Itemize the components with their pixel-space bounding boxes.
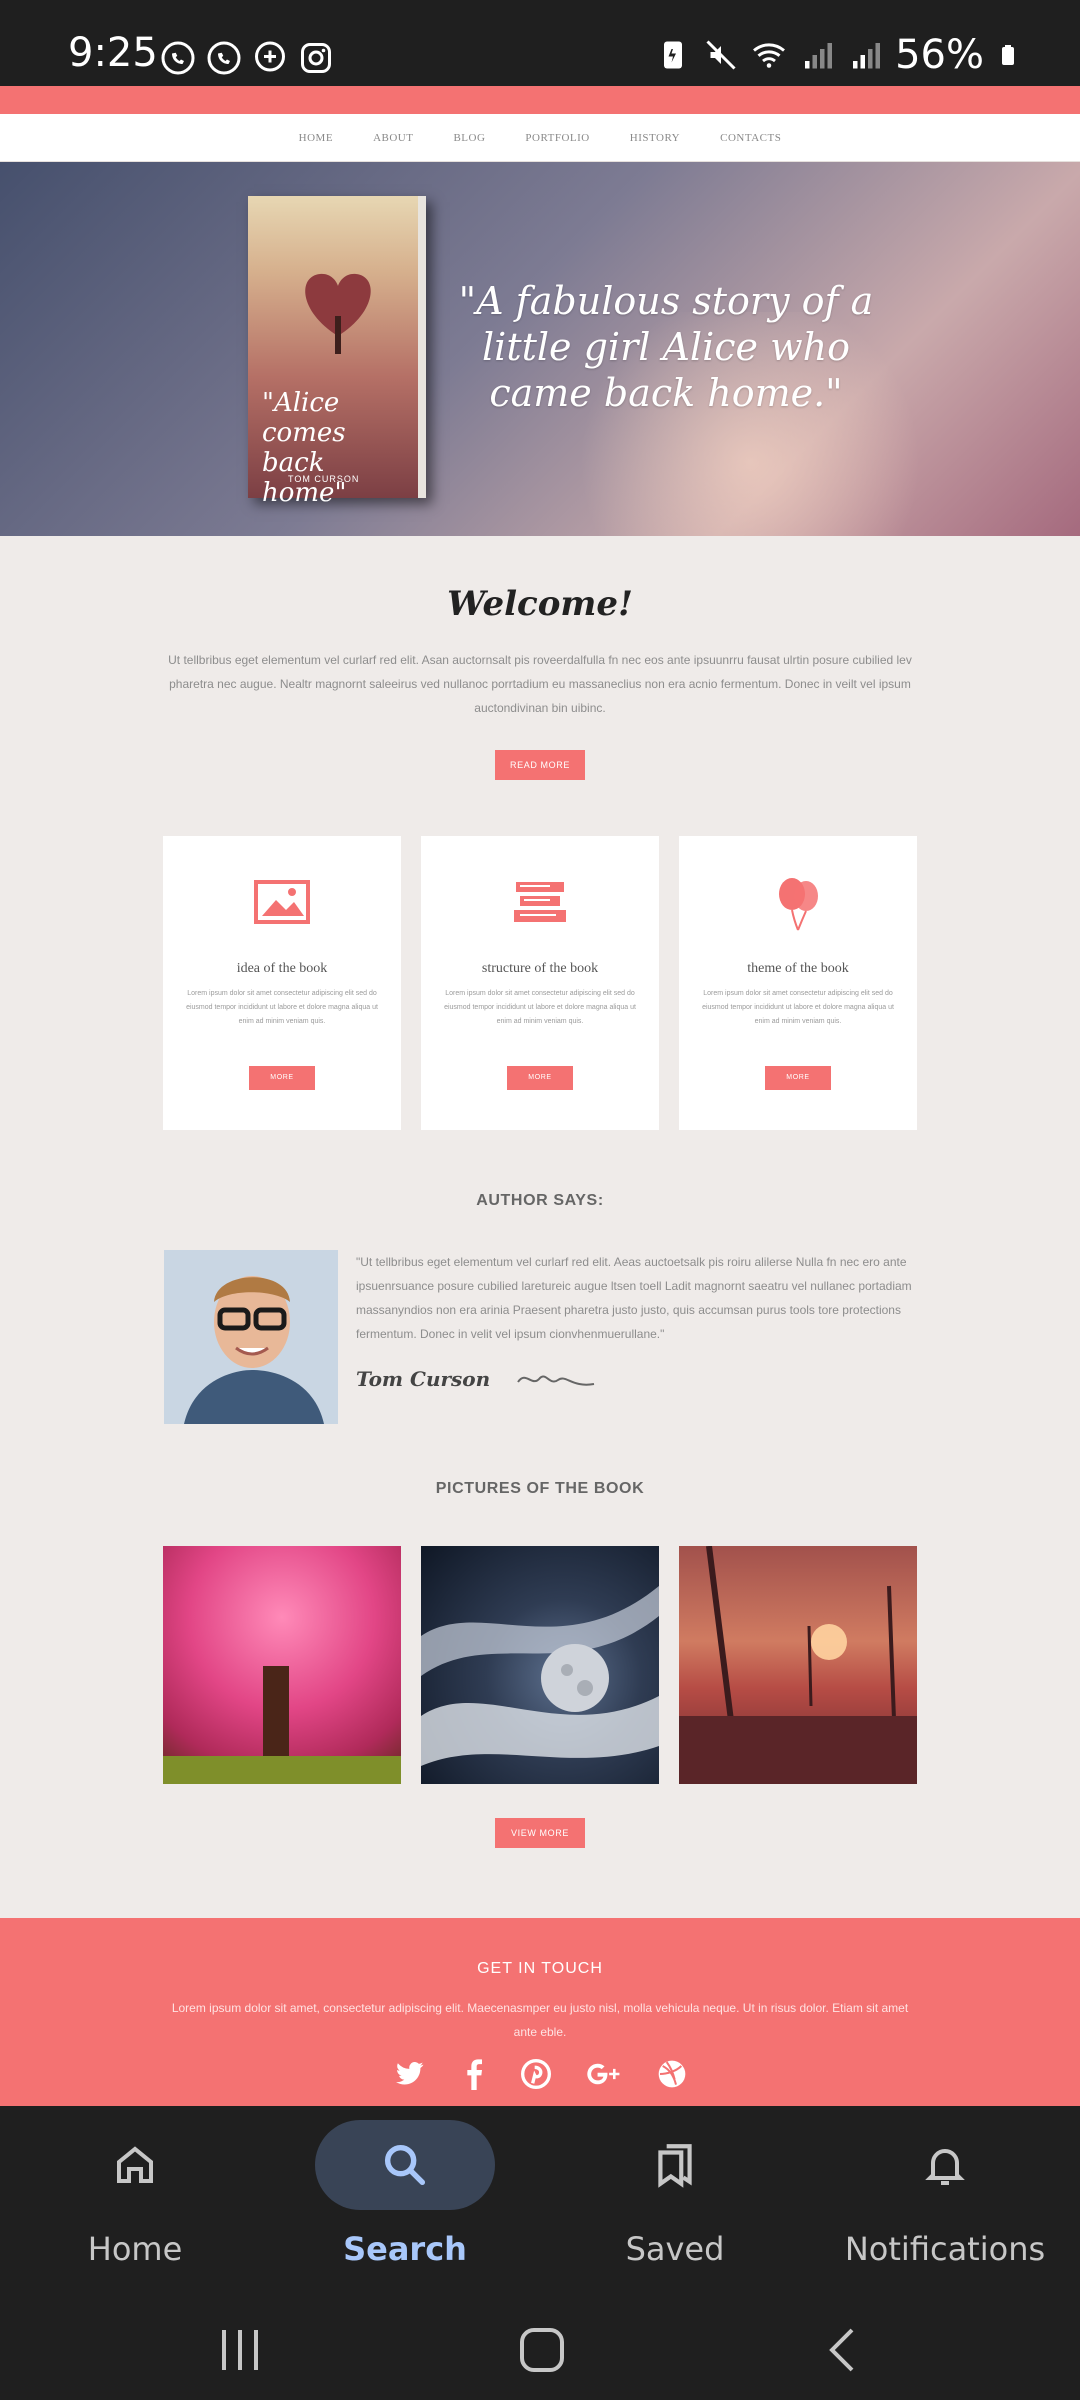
heart-tree-icon <box>305 273 371 354</box>
gallery-image-pink-tree[interactable] <box>163 1546 401 1784</box>
nav-icon-wrap <box>315 2120 495 2210</box>
whatsapp-icon <box>207 41 241 75</box>
feature-text: Lorem ipsum dolor sit amet consectetur a… <box>702 990 894 1025</box>
nav-history[interactable]: HISTORY <box>630 132 680 144</box>
feature-card-idea: idea of the book Lorem ipsum dolor sit a… <box>163 836 401 1130</box>
footer-text: Lorem ipsum dolor sit amet, consectetur … <box>171 2001 909 2039</box>
recent-apps-icon[interactable] <box>210 2320 270 2380</box>
home-icon <box>117 2146 153 2183</box>
author-text: "Ut tellbribus eget elementum vel curlar… <box>356 1250 916 1424</box>
book-cover: "Alice comes back home" TOM CURSON <box>248 196 426 508</box>
bell-icon <box>925 2149 965 2185</box>
twitter-icon[interactable] <box>392 2058 428 2090</box>
tree-icon <box>163 1666 401 1784</box>
signature-icon <box>517 1375 595 1386</box>
nav-label: Home <box>87 2230 183 2268</box>
gallery <box>0 1545 1080 1785</box>
more-button[interactable]: MORE <box>249 1066 315 1090</box>
nav-label: Saved <box>625 2230 725 2268</box>
home-button-icon[interactable] <box>512 2320 572 2380</box>
webpage-screenshot[interactable]: HOME ABOUT BLOG PORTFOLIO HISTORY CONTAC… <box>0 86 1080 2106</box>
site-footer: GET IN TOUCH Lorem ipsum dolor sit amet,… <box>0 1918 1080 2106</box>
author-quote: "Ut tellbribus eget elementum vel curlar… <box>356 1255 912 1341</box>
system-navigation-bar <box>0 2290 1080 2400</box>
signal-icon <box>853 43 881 69</box>
nav-search-tab[interactable]: Search <box>270 2106 540 2290</box>
nav-saved-tab[interactable]: Saved <box>540 2106 810 2290</box>
signal-icon <box>805 43 833 69</box>
whatsapp-icon <box>161 41 195 75</box>
battery-icon <box>1002 45 1014 65</box>
nav-icon-wrap <box>45 2120 225 2210</box>
author-name: Tom Curson <box>356 1367 491 1391</box>
site-nav: HOME ABOUT BLOG PORTFOLIO HISTORY CONTAC… <box>0 114 1080 162</box>
facebook-icon[interactable] <box>462 2058 486 2090</box>
more-button[interactable]: MORE <box>507 1066 573 1090</box>
status-time: 9:25 <box>68 30 158 76</box>
read-more-button[interactable]: READ MORE <box>495 750 585 780</box>
footer-title: GET IN TOUCH <box>477 1960 603 1977</box>
nav-icon-wrap <box>585 2120 765 2210</box>
nav-label: Search <box>343 2230 467 2268</box>
nav-contacts[interactable]: CONTACTS <box>720 132 781 144</box>
nav-icon-wrap <box>855 2120 1035 2210</box>
nav-about[interactable]: ABOUT <box>373 132 413 144</box>
features: idea of the book Lorem ipsum dolor sit a… <box>0 836 1080 1130</box>
instagram-icon <box>301 43 331 73</box>
moon-icon <box>421 1586 659 1766</box>
author-says-title: AUTHOR SAYS: <box>476 1192 604 1209</box>
feature-title: theme of the book <box>747 961 849 976</box>
nav-home[interactable]: HOME <box>299 132 333 144</box>
nav-blog[interactable]: BLOG <box>453 132 485 144</box>
status-right: 56% <box>655 32 1020 78</box>
feature-text: Lorem ipsum dolor sit amet consectetur a… <box>444 990 636 1025</box>
top-accent-bar <box>0 86 1080 114</box>
wifi-icon <box>753 43 786 68</box>
nav-label: Notifications <box>844 2230 1046 2268</box>
sunset-icon <box>679 1545 917 1785</box>
bottom-navigation: Home Search Saved Notifications <box>0 2106 1080 2290</box>
search-icon <box>384 2144 426 2186</box>
feature-title: idea of the book <box>236 961 328 976</box>
chat-plus-icon <box>255 41 285 72</box>
mute-icon <box>706 40 736 70</box>
author-portrait-icon <box>164 1250 338 1424</box>
welcome-section: Welcome! Ut tellbribus eget elementum ve… <box>0 536 1080 780</box>
gallery-image-sunset[interactable] <box>679 1545 917 1785</box>
pictures-title: PICTURES OF THE BOOK <box>435 1480 645 1497</box>
welcome-text: Ut tellbribus eget elementum vel curlarf… <box>168 653 912 715</box>
nav-home-tab[interactable]: Home <box>0 2106 270 2290</box>
notification-icons <box>160 40 334 76</box>
books-icon <box>514 882 566 922</box>
battery-saver-icon <box>664 41 683 69</box>
book-author: TOM CURSON <box>288 474 360 484</box>
author-photo <box>164 1250 338 1424</box>
status-bar: 9:25 56% <box>0 0 1080 86</box>
view-more-wrap: VIEW MORE <box>0 1818 1080 1848</box>
feature-card-structure: structure of the book Lorem ipsum dolor … <box>421 836 659 1130</box>
author-block: "Ut tellbribus eget elementum vel curlar… <box>0 1250 1080 1424</box>
dribbble-icon[interactable] <box>656 2058 688 2090</box>
back-icon[interactable] <box>814 2320 874 2380</box>
author-signature: Tom Curson <box>356 1364 916 1394</box>
feature-card-theme: theme of the book Lorem ipsum dolor sit … <box>679 836 917 1130</box>
gallery-image-moon[interactable] <box>421 1546 659 1784</box>
balloons-icon <box>779 878 818 931</box>
battery-percentage: 56% <box>895 32 984 78</box>
book-title: "Alice comes back home" <box>262 388 347 508</box>
nav-notifications-tab[interactable]: Notifications <box>810 2106 1080 2290</box>
pinterest-icon[interactable] <box>520 2058 552 2090</box>
social-links <box>0 2058 1080 2090</box>
image-icon <box>254 880 310 924</box>
hero-quote: "A fabulous story of a little girl Alice… <box>458 279 874 415</box>
nav-portfolio[interactable]: PORTFOLIO <box>525 132 589 144</box>
feature-text: Lorem ipsum dolor sit amet consectetur a… <box>186 990 378 1025</box>
welcome-title: Welcome! <box>447 584 633 624</box>
more-button[interactable]: MORE <box>765 1066 831 1090</box>
hero-banner: "Alice comes back home" TOM CURSON "A fa… <box>0 162 1080 536</box>
bookmarks-icon <box>658 2144 692 2188</box>
feature-title: structure of the book <box>481 961 599 976</box>
view-more-button[interactable]: VIEW MORE <box>495 1818 585 1848</box>
google-plus-icon[interactable] <box>586 2058 622 2090</box>
